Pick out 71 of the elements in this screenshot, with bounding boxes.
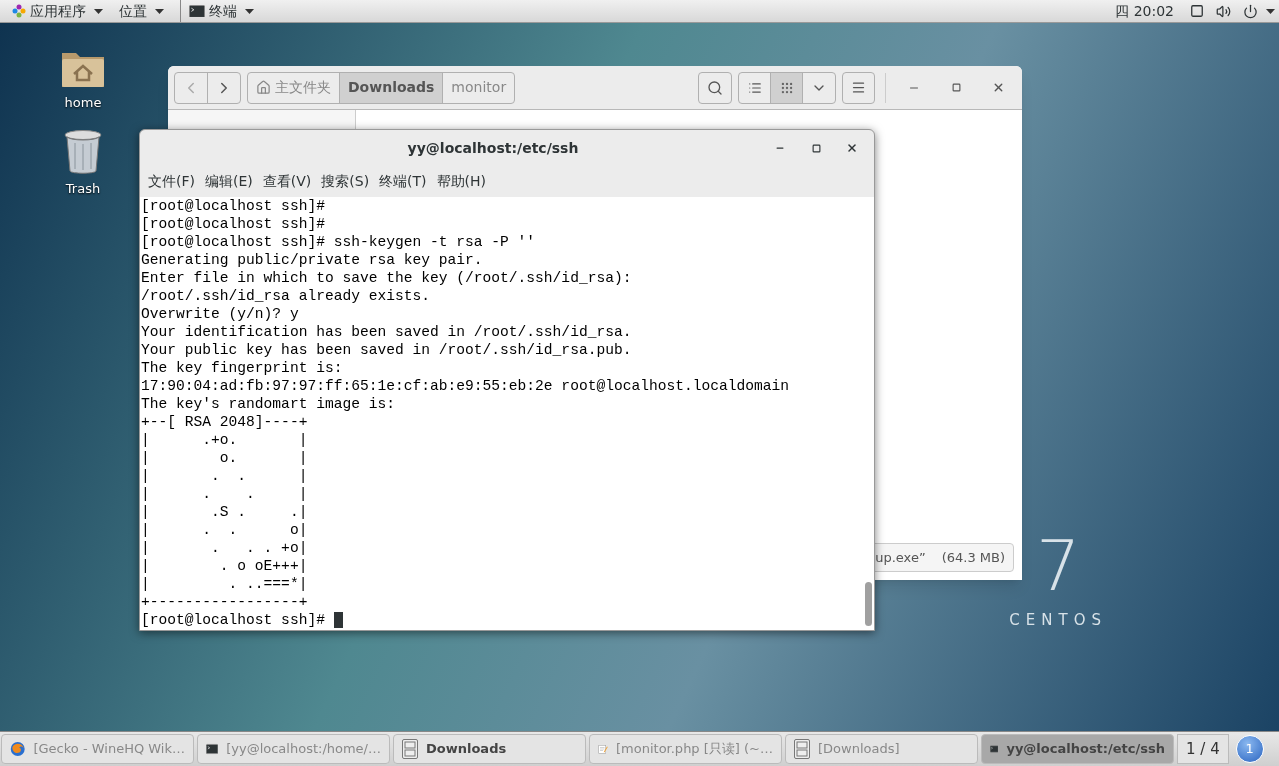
browser-icon	[10, 739, 26, 759]
grid-icon	[779, 80, 794, 95]
caret-icon	[94, 8, 103, 14]
desktop-icon-label[interactable]: home	[64, 93, 102, 113]
caret-icon	[245, 8, 254, 14]
terminal-line: Your public key has been saved in /root/.ssh/id_rsa.pub.	[141, 341, 632, 359]
terminal-line: | . ..===*|	[141, 575, 308, 593]
terminal-line: [root@localhost ssh]#	[141, 215, 325, 233]
terminal-icon	[189, 4, 205, 18]
workspace-pager[interactable]: 1 / 4	[1177, 734, 1229, 764]
home-icon	[256, 80, 271, 95]
caret-icon	[1266, 8, 1275, 14]
top-bar-menu[interactable]: 终端	[180, 0, 262, 22]
terminal-line: [root@localhost ssh]# ssh-keygen -t rsa -P ''	[141, 233, 536, 251]
list-icon	[747, 80, 762, 95]
menu-button[interactable]	[842, 71, 875, 104]
terminal-line: 17:90:04:ad:fb:97:97:ff:65:1e:cf:ab:e9:55:eb:2e root@localhost.localdomain	[141, 377, 790, 395]
terminal-line: Overwrite (y/n)? y	[141, 305, 299, 323]
clock[interactable]: 四 20:02	[1115, 0, 1174, 22]
menu-item[interactable]: 编辑(E)	[201, 171, 257, 192]
taskbar-item[interactable]: yy@localhost:/etc/ssh	[981, 734, 1174, 764]
terminal-line: The key's randomart image is:	[141, 395, 395, 413]
terminal-line: | . . |	[141, 467, 308, 485]
file-cabinet-icon	[794, 739, 810, 759]
terminal-line: | . o oE+++|	[141, 557, 308, 575]
logo-number: 7	[1035, 530, 1081, 601]
terminal-line: Enter file in which to save the key (/root/.ssh/id_rsa):	[141, 269, 632, 287]
terminal-line: +-----------------+	[141, 593, 308, 611]
terminal-line: | . . . +o|	[141, 539, 308, 557]
maximize-icon	[811, 143, 821, 153]
apps-icon	[12, 4, 26, 18]
terminal-line: [root@localhost ssh]#	[141, 611, 326, 629]
grid-view-button[interactable]	[771, 72, 803, 103]
terminal-line: Your identification has been saved in /root/.ssh/id_rsa.	[141, 323, 632, 341]
volume-icon[interactable]	[1216, 3, 1231, 19]
menu-item[interactable]: 搜索(S)	[317, 171, 374, 192]
terminal-icon	[206, 741, 219, 757]
terminal-line: Generating public/private rsa key pair.	[141, 251, 483, 269]
terminal-line: | o. |	[141, 449, 308, 467]
taskbar-item[interactable]: Downloads	[393, 734, 586, 764]
menu-icon	[851, 80, 866, 95]
path-button[interactable]: Downloads	[339, 72, 443, 103]
window-icon[interactable]	[1190, 4, 1204, 18]
maximize-icon	[951, 83, 961, 92]
status-file-size: (64.3 MB)	[941, 548, 1005, 567]
desktop-icon-label[interactable]: Trash	[65, 178, 101, 198]
status-file-name: up.exe”	[875, 548, 926, 567]
terminal-line: +--[ RSA 2048]----+	[141, 413, 308, 431]
terminal-line: | .S . .|	[141, 503, 308, 521]
close-icon	[846, 142, 858, 154]
menu-item[interactable]: 查看(V)	[258, 171, 316, 192]
menu-item[interactable]: 文件(F)	[144, 171, 199, 192]
scrollbar-thumb[interactable]	[864, 582, 872, 626]
search-icon	[707, 79, 723, 96]
logo-text: CENTOS	[1009, 609, 1107, 631]
terminal-line: [root@localhost ssh]#	[141, 197, 325, 215]
terminal-line: The key fingerprint is:	[141, 359, 343, 377]
menu-item[interactable]: 帮助(H)	[432, 171, 491, 192]
caret-icon	[155, 8, 164, 14]
power-icon[interactable]	[1243, 3, 1258, 19]
top-bar-menu[interactable]: 位置	[111, 0, 172, 22]
terminal-line: | . . |	[141, 485, 308, 503]
file-cabinet-icon	[402, 739, 418, 759]
menu-item[interactable]: 终端(T)	[375, 171, 431, 192]
top-bar-menu[interactable]: 应用程序	[4, 0, 111, 22]
trash-icon[interactable]	[63, 128, 103, 175]
window-title: yy@localhost:/etc/ssh	[406, 138, 580, 158]
terminal-line: /root/.ssh/id_rsa already exists.	[141, 287, 430, 305]
terminal-line: | .+o. |	[141, 431, 308, 449]
terminal-line: | . . o|	[141, 521, 308, 539]
search-button[interactable]	[698, 71, 732, 104]
